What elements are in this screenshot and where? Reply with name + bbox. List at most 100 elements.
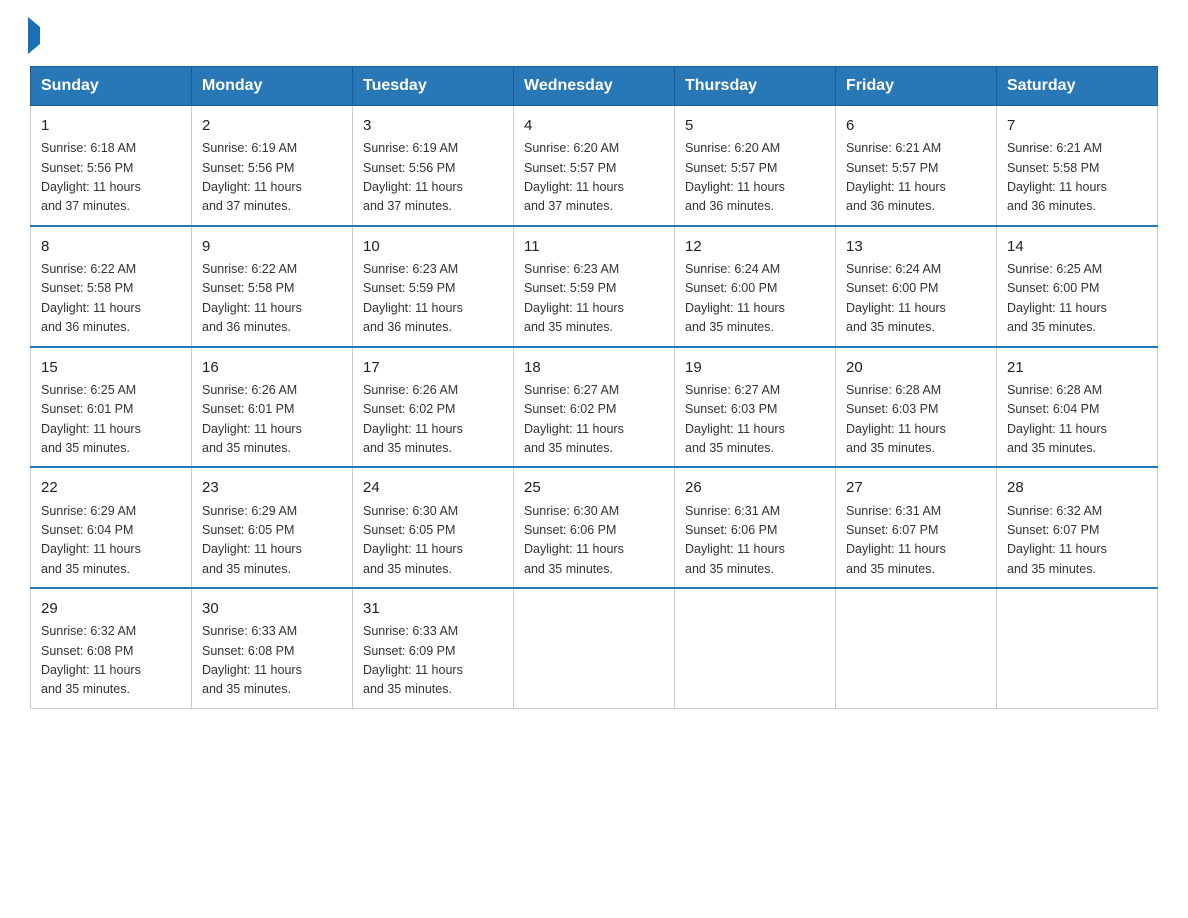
day-info: Sunrise: 6:20 AMSunset: 5:57 PMDaylight:… bbox=[524, 141, 624, 213]
day-number: 6 bbox=[846, 114, 986, 137]
calendar-week-row: 29 Sunrise: 6:32 AMSunset: 6:08 PMDayligh… bbox=[31, 588, 1158, 708]
calendar-table: SundayMondayTuesdayWednesdayThursdayFrid… bbox=[30, 66, 1158, 709]
calendar-cell: 14 Sunrise: 6:25 AMSunset: 6:00 PMDayligh… bbox=[997, 226, 1158, 347]
day-info: Sunrise: 6:29 AMSunset: 6:04 PMDaylight:… bbox=[41, 504, 141, 576]
day-number: 21 bbox=[1007, 356, 1147, 379]
day-info: Sunrise: 6:22 AMSunset: 5:58 PMDaylight:… bbox=[41, 262, 141, 334]
day-number: 12 bbox=[685, 235, 825, 258]
day-info: Sunrise: 6:18 AMSunset: 5:56 PMDaylight:… bbox=[41, 141, 141, 213]
calendar-cell: 7Sunrise: 6:21 AMSunset: 5:58 PMDaylight… bbox=[997, 106, 1158, 226]
day-number: 22 bbox=[41, 476, 181, 499]
calendar-cell: 9Sunrise: 6:22 AMSunset: 5:58 PMDaylight… bbox=[192, 226, 353, 347]
day-info: Sunrise: 6:28 AMSunset: 6:03 PMDaylight:… bbox=[846, 383, 946, 455]
day-number: 31 bbox=[363, 597, 503, 620]
day-number: 29 bbox=[41, 597, 181, 620]
day-number: 10 bbox=[363, 235, 503, 258]
day-info: Sunrise: 6:23 AMSunset: 5:59 PMDaylight:… bbox=[524, 262, 624, 334]
calendar-cell: 11Sunrise: 6:23 AMSunset: 5:59 PMDayligh… bbox=[514, 226, 675, 347]
day-info: Sunrise: 6:27 AMSunset: 6:02 PMDaylight:… bbox=[524, 383, 624, 455]
day-info: Sunrise: 6:29 AMSunset: 6:05 PMDaylight:… bbox=[202, 504, 302, 576]
calendar-cell: 27 Sunrise: 6:31 AMSunset: 6:07 PMDayligh… bbox=[836, 467, 997, 588]
calendar-cell: 6Sunrise: 6:21 AMSunset: 5:57 PMDaylight… bbox=[836, 106, 997, 226]
day-number: 26 bbox=[685, 476, 825, 499]
day-info: Sunrise: 6:25 AMSunset: 6:01 PMDaylight:… bbox=[41, 383, 141, 455]
day-info: Sunrise: 6:23 AMSunset: 5:59 PMDaylight:… bbox=[363, 262, 463, 334]
day-number: 3 bbox=[363, 114, 503, 137]
day-info: Sunrise: 6:32 AMSunset: 6:07 PMDaylight:… bbox=[1007, 504, 1107, 576]
calendar-cell: 19Sunrise: 6:27 AMSunset: 6:03 PMDayligh… bbox=[675, 347, 836, 468]
header-monday: Monday bbox=[192, 67, 353, 106]
calendar-cell: 15 Sunrise: 6:25 AMSunset: 6:01 PMDayligh… bbox=[31, 347, 192, 468]
calendar-cell bbox=[675, 588, 836, 708]
day-number: 18 bbox=[524, 356, 664, 379]
calendar-cell: 1 Sunrise: 6:18 AMSunset: 5:56 PMDaylight… bbox=[31, 106, 192, 226]
calendar-cell: 20 Sunrise: 6:28 AMSunset: 6:03 PMDayligh… bbox=[836, 347, 997, 468]
calendar-cell: 28 Sunrise: 6:32 AMSunset: 6:07 PMDayligh… bbox=[997, 467, 1158, 588]
header-tuesday: Tuesday bbox=[353, 67, 514, 106]
calendar-cell: 31 Sunrise: 6:33 AMSunset: 6:09 PMDayligh… bbox=[353, 588, 514, 708]
calendar-cell bbox=[997, 588, 1158, 708]
logo-arrow-icon bbox=[28, 17, 40, 54]
calendar-week-row: 1 Sunrise: 6:18 AMSunset: 5:56 PMDaylight… bbox=[31, 106, 1158, 226]
day-number: 17 bbox=[363, 356, 503, 379]
calendar-cell: 8Sunrise: 6:22 AMSunset: 5:58 PMDaylight… bbox=[31, 226, 192, 347]
day-info: Sunrise: 6:25 AMSunset: 6:00 PMDaylight:… bbox=[1007, 262, 1107, 334]
day-number: 14 bbox=[1007, 235, 1147, 258]
day-number: 25 bbox=[524, 476, 664, 499]
calendar-cell: 21Sunrise: 6:28 AMSunset: 6:04 PMDayligh… bbox=[997, 347, 1158, 468]
day-info: Sunrise: 6:30 AMSunset: 6:06 PMDaylight:… bbox=[524, 504, 624, 576]
logo-text bbox=[30, 20, 40, 46]
calendar-cell: 29 Sunrise: 6:32 AMSunset: 6:08 PMDayligh… bbox=[31, 588, 192, 708]
calendar-cell: 3Sunrise: 6:19 AMSunset: 5:56 PMDaylight… bbox=[353, 106, 514, 226]
calendar-cell: 16 Sunrise: 6:26 AMSunset: 6:01 PMDayligh… bbox=[192, 347, 353, 468]
calendar-cell: 18 Sunrise: 6:27 AMSunset: 6:02 PMDayligh… bbox=[514, 347, 675, 468]
day-number: 24 bbox=[363, 476, 503, 499]
calendar-cell: 10 Sunrise: 6:23 AMSunset: 5:59 PMDayligh… bbox=[353, 226, 514, 347]
day-number: 13 bbox=[846, 235, 986, 258]
calendar-cell: 12 Sunrise: 6:24 AMSunset: 6:00 PMDayligh… bbox=[675, 226, 836, 347]
calendar-week-row: 22 Sunrise: 6:29 AMSunset: 6:04 PMDayligh… bbox=[31, 467, 1158, 588]
day-info: Sunrise: 6:24 AMSunset: 6:00 PMDaylight:… bbox=[685, 262, 785, 334]
header-wednesday: Wednesday bbox=[514, 67, 675, 106]
calendar-cell: 13 Sunrise: 6:24 AMSunset: 6:00 PMDayligh… bbox=[836, 226, 997, 347]
day-info: Sunrise: 6:20 AMSunset: 5:57 PMDaylight:… bbox=[685, 141, 785, 213]
calendar-cell: 23 Sunrise: 6:29 AMSunset: 6:05 PMDayligh… bbox=[192, 467, 353, 588]
day-info: Sunrise: 6:22 AMSunset: 5:58 PMDaylight:… bbox=[202, 262, 302, 334]
page-header bbox=[30, 20, 1158, 46]
calendar-cell: 2 Sunrise: 6:19 AMSunset: 5:56 PMDaylight… bbox=[192, 106, 353, 226]
calendar-cell: 17 Sunrise: 6:26 AMSunset: 6:02 PMDayligh… bbox=[353, 347, 514, 468]
calendar-cell bbox=[836, 588, 997, 708]
day-info: Sunrise: 6:26 AMSunset: 6:02 PMDaylight:… bbox=[363, 383, 463, 455]
day-number: 20 bbox=[846, 356, 986, 379]
calendar-cell bbox=[514, 588, 675, 708]
day-number: 5 bbox=[685, 114, 825, 137]
calendar-cell: 24 Sunrise: 6:30 AMSunset: 6:05 PMDayligh… bbox=[353, 467, 514, 588]
day-info: Sunrise: 6:26 AMSunset: 6:01 PMDaylight:… bbox=[202, 383, 302, 455]
header-friday: Friday bbox=[836, 67, 997, 106]
day-info: Sunrise: 6:27 AMSunset: 6:03 PMDaylight:… bbox=[685, 383, 785, 455]
day-number: 15 bbox=[41, 356, 181, 379]
day-number: 30 bbox=[202, 597, 342, 620]
calendar-cell: 4Sunrise: 6:20 AMSunset: 5:57 PMDaylight… bbox=[514, 106, 675, 226]
day-number: 16 bbox=[202, 356, 342, 379]
day-number: 23 bbox=[202, 476, 342, 499]
day-info: Sunrise: 6:30 AMSunset: 6:05 PMDaylight:… bbox=[363, 504, 463, 576]
day-info: Sunrise: 6:33 AMSunset: 6:08 PMDaylight:… bbox=[202, 624, 302, 696]
day-number: 28 bbox=[1007, 476, 1147, 499]
day-number: 27 bbox=[846, 476, 986, 499]
calendar-header-row: SundayMondayTuesdayWednesdayThursdayFrid… bbox=[31, 67, 1158, 106]
day-info: Sunrise: 6:33 AMSunset: 6:09 PMDaylight:… bbox=[363, 624, 463, 696]
calendar-cell: 26Sunrise: 6:31 AMSunset: 6:06 PMDayligh… bbox=[675, 467, 836, 588]
day-info: Sunrise: 6:19 AMSunset: 5:56 PMDaylight:… bbox=[202, 141, 302, 213]
day-info: Sunrise: 6:32 AMSunset: 6:08 PMDaylight:… bbox=[41, 624, 141, 696]
day-info: Sunrise: 6:31 AMSunset: 6:07 PMDaylight:… bbox=[846, 504, 946, 576]
day-number: 7 bbox=[1007, 114, 1147, 137]
calendar-week-row: 15 Sunrise: 6:25 AMSunset: 6:01 PMDayligh… bbox=[31, 347, 1158, 468]
logo bbox=[30, 20, 40, 46]
day-info: Sunrise: 6:24 AMSunset: 6:00 PMDaylight:… bbox=[846, 262, 946, 334]
calendar-cell: 25 Sunrise: 6:30 AMSunset: 6:06 PMDayligh… bbox=[514, 467, 675, 588]
calendar-cell: 22 Sunrise: 6:29 AMSunset: 6:04 PMDayligh… bbox=[31, 467, 192, 588]
header-saturday: Saturday bbox=[997, 67, 1158, 106]
day-number: 2 bbox=[202, 114, 342, 137]
day-number: 1 bbox=[41, 114, 181, 137]
